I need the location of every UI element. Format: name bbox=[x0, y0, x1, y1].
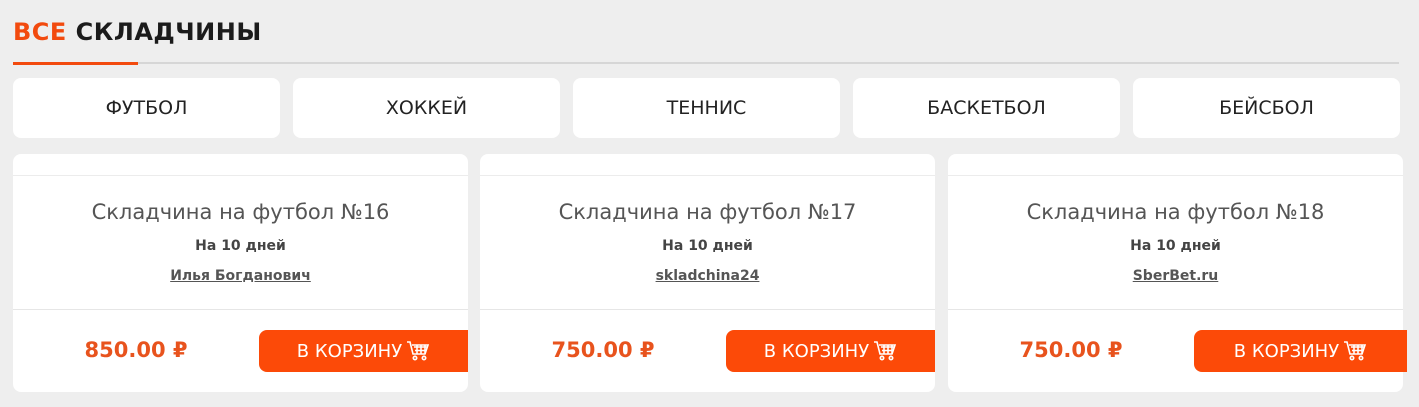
product-list: Складчина на футбол №16 На 10 дней Илья … bbox=[13, 154, 1419, 392]
product-title: Складчина на футбол №17 bbox=[558, 200, 857, 224]
card-divider bbox=[480, 175, 935, 176]
cart-icon bbox=[406, 340, 430, 362]
product-duration: На 10 дней bbox=[1130, 238, 1221, 254]
title-divider bbox=[13, 62, 1399, 64]
product-author: SberBet.ru bbox=[948, 268, 1403, 284]
cart-icon bbox=[1343, 340, 1367, 362]
product-card: Складчина на футбол №18 На 10 дней SberB… bbox=[948, 154, 1407, 392]
tab-football[interactable]: Футбол bbox=[13, 78, 280, 138]
author-link[interactable]: skladchina24 bbox=[656, 268, 760, 284]
add-to-cart-label: В корзину bbox=[763, 340, 870, 362]
product-price: 750.00 ₽ bbox=[551, 338, 655, 362]
add-to-cart-button[interactable]: В корзину bbox=[259, 330, 468, 372]
title-divider-accent bbox=[13, 62, 138, 65]
card-divider bbox=[13, 175, 468, 176]
product-card: Складчина на футбол №17 На 10 дней sklad… bbox=[480, 154, 935, 392]
tab-hockey[interactable]: Хоккей bbox=[293, 78, 560, 138]
add-to-cart-button[interactable]: В корзину bbox=[726, 330, 935, 372]
product-duration: На 10 дней bbox=[662, 238, 753, 254]
product-title: Складчина на футбол №16 bbox=[91, 200, 390, 224]
tab-basketball[interactable]: Баскетбол bbox=[853, 78, 1120, 138]
product-price: 750.00 ₽ bbox=[1019, 338, 1123, 362]
add-to-cart-label: В корзину bbox=[296, 340, 403, 362]
product-duration: На 10 дней bbox=[195, 238, 286, 254]
page-title-accent: Все bbox=[13, 18, 67, 46]
author-link[interactable]: Илья Богданович bbox=[170, 268, 311, 284]
product-author: skladchina24 bbox=[480, 268, 935, 284]
page-title-rest: складчины bbox=[75, 18, 262, 46]
tab-baseball[interactable]: Бейсбол bbox=[1133, 78, 1400, 138]
add-to-cart-label: В корзину bbox=[1233, 340, 1340, 362]
page-title: Все складчины bbox=[13, 18, 262, 46]
author-link[interactable]: SberBet.ru bbox=[1133, 268, 1219, 284]
product-title: Складчина на футбол №18 bbox=[1026, 200, 1325, 224]
product-card: Складчина на футбол №16 На 10 дней Илья … bbox=[13, 154, 468, 392]
sport-tabs: Футбол Хоккей Теннис Баскетбол Бейсбол bbox=[13, 78, 1400, 138]
cart-icon bbox=[873, 340, 897, 362]
card-divider bbox=[948, 309, 1403, 310]
card-divider bbox=[13, 309, 468, 310]
product-price: 850.00 ₽ bbox=[84, 338, 188, 362]
tab-tennis[interactable]: Теннис bbox=[573, 78, 840, 138]
card-divider bbox=[948, 175, 1403, 176]
add-to-cart-button[interactable]: В корзину bbox=[1194, 330, 1407, 372]
product-author: Илья Богданович bbox=[13, 268, 468, 284]
card-divider bbox=[480, 309, 935, 310]
